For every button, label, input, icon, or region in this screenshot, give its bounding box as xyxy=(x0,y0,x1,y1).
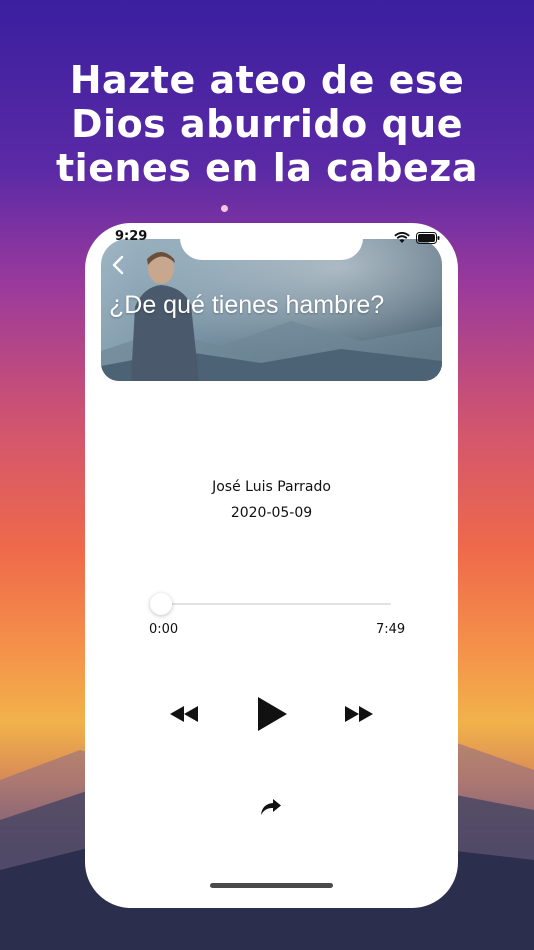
episode-date: 2020-05-09 xyxy=(230,505,313,521)
episode-author: José Luis Parrado xyxy=(212,479,331,495)
status-icons xyxy=(394,232,440,244)
fast-forward-icon xyxy=(345,706,373,722)
share-icon xyxy=(261,799,281,815)
headline-line-2: Dios aburrido que xyxy=(71,102,463,146)
share-button[interactable] xyxy=(258,795,284,819)
decorative-dot xyxy=(221,205,228,212)
current-time: 0:00 xyxy=(149,622,179,637)
duration-time: 7:49 xyxy=(376,622,406,637)
progress-slider-knob[interactable] xyxy=(150,593,172,615)
progress-track[interactable] xyxy=(161,603,391,605)
wifi-icon xyxy=(394,232,410,243)
home-indicator xyxy=(210,883,333,888)
headline-line-3: tienes en la cabeza xyxy=(56,146,478,190)
battery-icon xyxy=(416,232,440,244)
chevron-left-icon xyxy=(112,255,124,275)
rewind-icon xyxy=(170,706,198,722)
episode-title: ¿De qué tienes hambre? xyxy=(109,291,385,319)
status-time: 9:29 xyxy=(115,229,148,244)
back-button[interactable] xyxy=(107,253,131,277)
fast-forward-button[interactable] xyxy=(342,701,376,727)
promo-headline: Hazte ateo de ese Dios aburrido que tien… xyxy=(0,58,534,190)
play-icon xyxy=(258,697,287,731)
rewind-button[interactable] xyxy=(167,701,201,727)
play-button[interactable] xyxy=(253,695,291,733)
headline-line-1: Hazte ateo de ese xyxy=(69,58,465,102)
phone-notch xyxy=(180,223,363,260)
phone-frame: 9:29 ¿De qué tienes hambre? José Luis Pa… xyxy=(85,223,458,908)
